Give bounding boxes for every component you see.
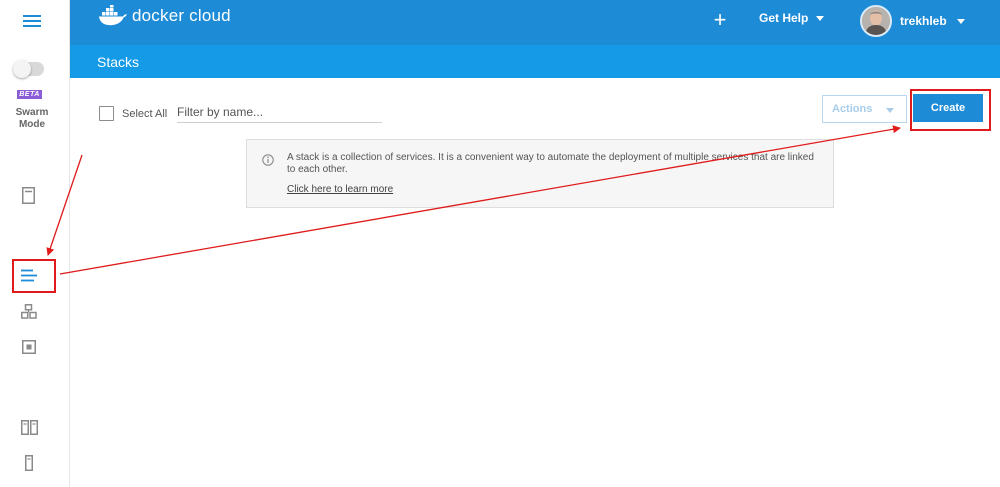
node-cluster-icon: [21, 420, 38, 435]
info-box: A stack is a collection of services. It …: [246, 139, 834, 208]
beta-badge: BETA: [17, 90, 42, 99]
avatar-image: [862, 7, 890, 35]
checkbox[interactable]: [99, 106, 114, 121]
sidebar-item-node-clusters[interactable]: [21, 420, 38, 435]
username: trekhleb: [900, 14, 947, 28]
page-header: Stacks: [70, 45, 1000, 78]
create-highlight-box: [910, 89, 991, 131]
chevron-down-icon: [886, 108, 894, 113]
sidebar-item-containers[interactable]: [22, 340, 36, 354]
actions-dropdown[interactable]: Actions: [822, 95, 907, 123]
docker-cloud-logo[interactable]: docker cloud: [98, 5, 231, 27]
hamburger-icon[interactable]: [23, 14, 41, 28]
sidebar-item-services[interactable]: [21, 304, 37, 319]
select-all-checkbox[interactable]: Select All: [99, 106, 167, 121]
get-help-label: Get Help: [759, 11, 809, 25]
user-menu[interactable]: trekhleb: [860, 5, 965, 37]
page-title: Stacks: [97, 54, 140, 70]
filter-input[interactable]: [177, 101, 382, 123]
get-help-button[interactable]: Get Help: [759, 11, 825, 25]
actions-label: Actions: [832, 103, 873, 115]
document-icon: [22, 187, 35, 204]
info-description: A stack is a collection of services. It …: [287, 152, 814, 175]
info-icon: [262, 154, 274, 166]
services-icon: [21, 304, 37, 319]
sidebar-item-nodes[interactable]: [25, 455, 33, 471]
swarm-mode-label: Swarm Mode: [15, 107, 49, 130]
brand-name: docker cloud: [132, 6, 231, 25]
toggle-knob: [13, 60, 31, 78]
add-button[interactable]: +: [710, 8, 730, 32]
top-header: docker cloud + Get Help trekhleb: [70, 0, 1000, 45]
left-sidebar: BETA Swarm Mode: [0, 0, 70, 487]
select-all-label: Select All: [122, 107, 168, 120]
swarm-mode-toggle[interactable]: [13, 60, 44, 78]
avatar: [860, 5, 892, 37]
chevron-down-icon: [956, 18, 965, 24]
stacks-highlight-box: [12, 259, 56, 293]
docker-whale-icon: [99, 5, 127, 26]
learn-more-link[interactable]: Click here to learn more: [287, 184, 393, 195]
container-icon: [22, 340, 36, 354]
chevron-down-icon: [816, 15, 825, 21]
sidebar-item-repositories[interactable]: [22, 187, 35, 204]
node-icon: [25, 455, 33, 471]
